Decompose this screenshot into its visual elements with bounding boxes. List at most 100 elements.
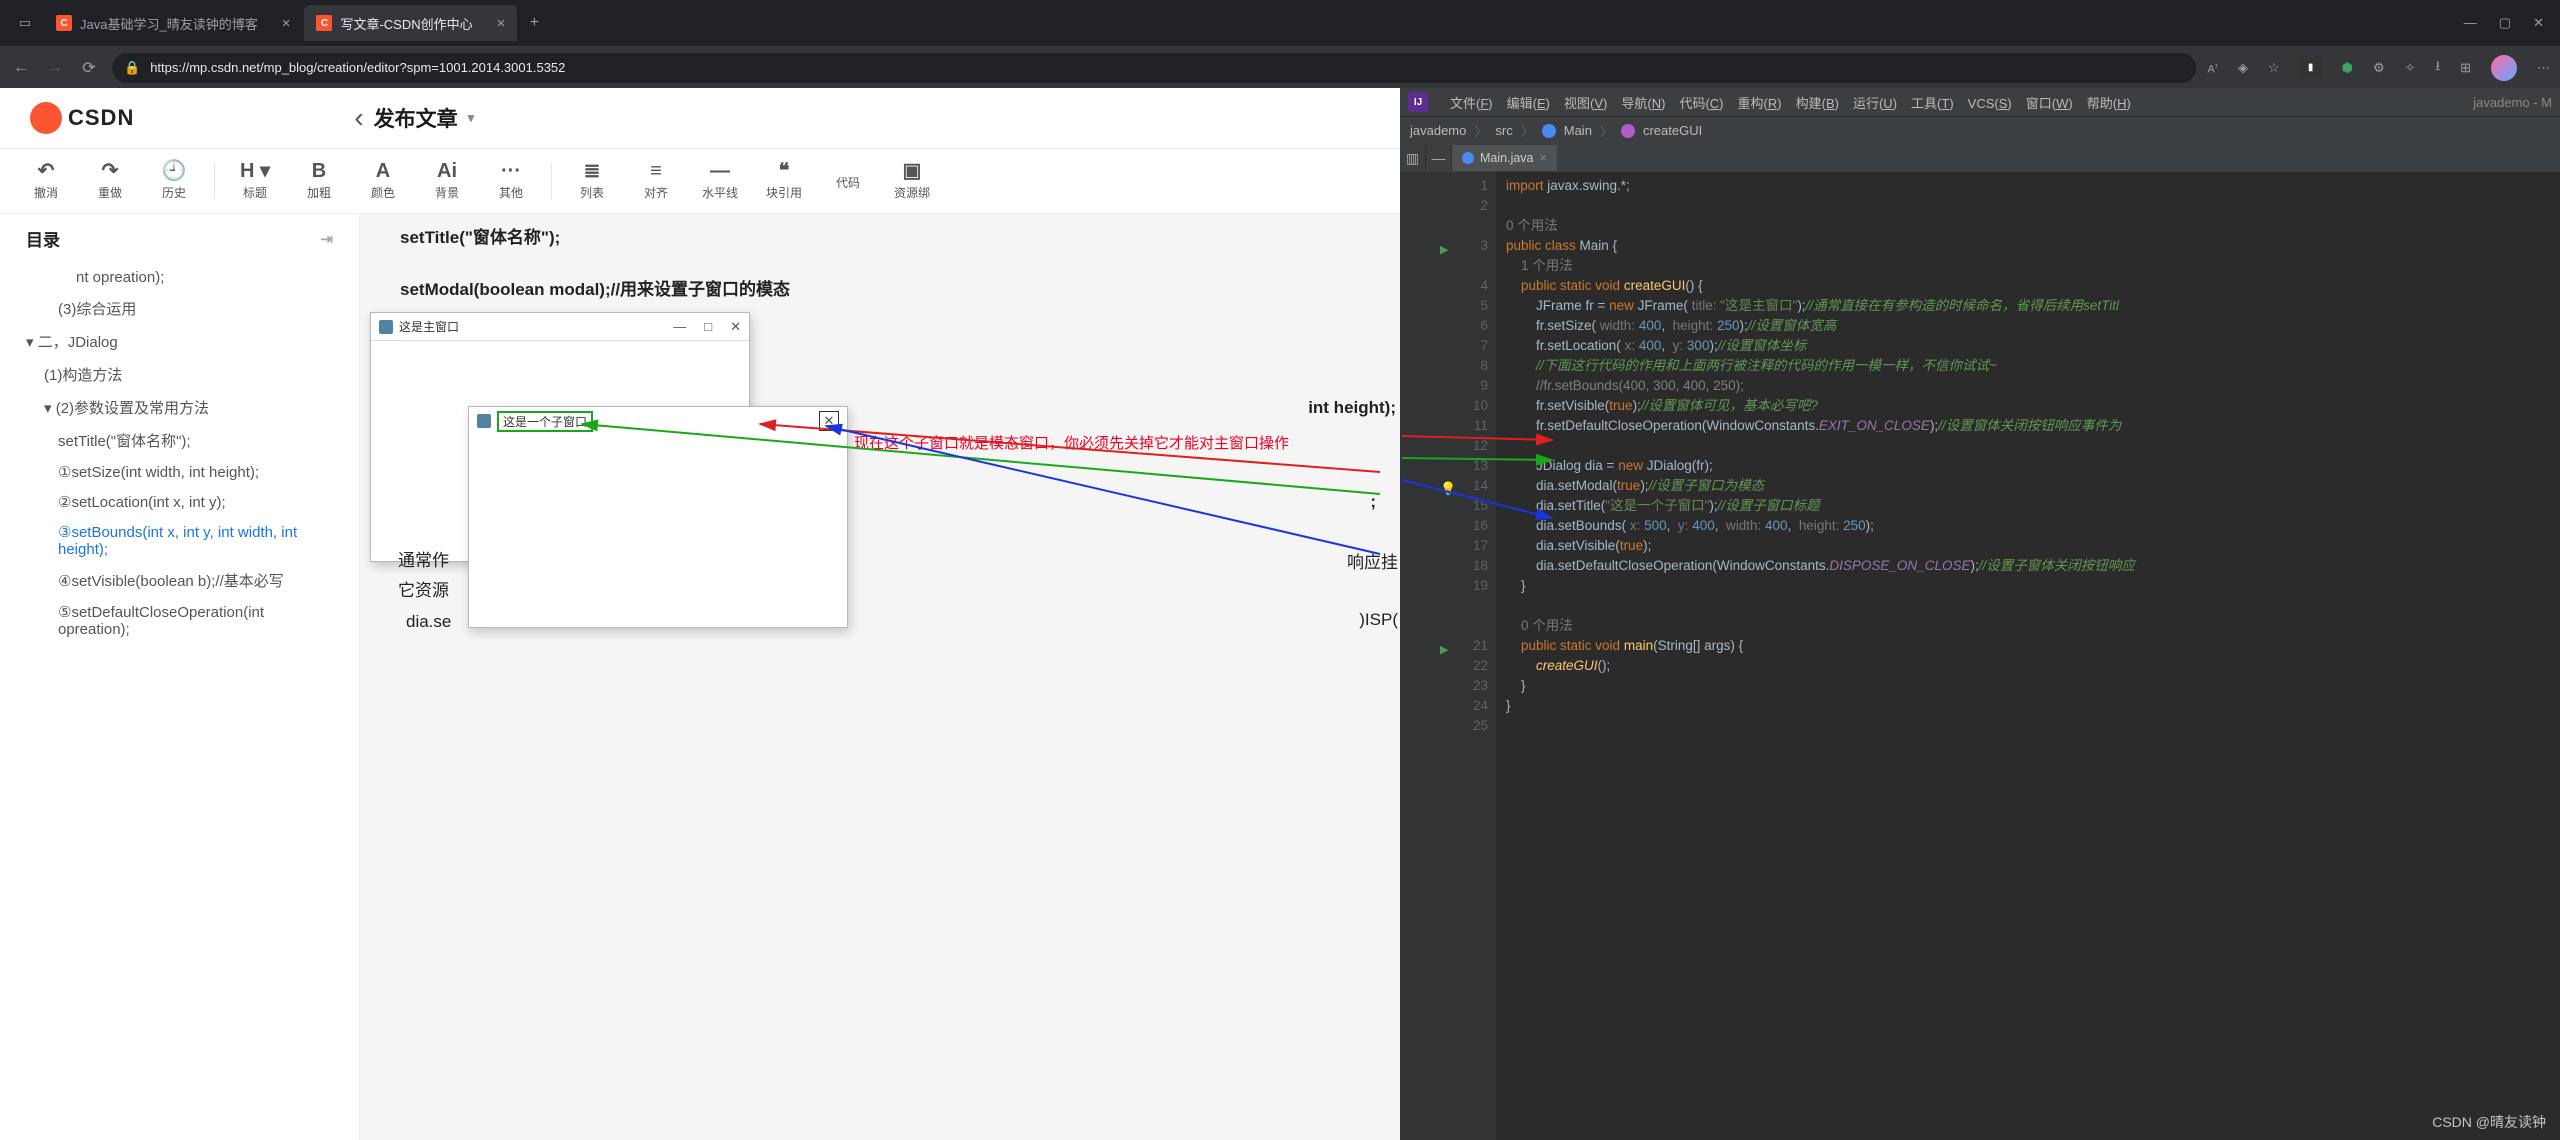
crumb[interactable]: javademo — [1410, 123, 1466, 138]
menu-item[interactable]: VCS(S) — [1968, 96, 2012, 111]
toc-item[interactable]: (1)构造方法 — [26, 358, 333, 391]
close-icon[interactable]: ✕ — [730, 319, 741, 335]
downloads-icon[interactable]: ⭳ — [2436, 57, 2441, 79]
ide-tabs: ▥ — Main.java × — [1400, 144, 2560, 172]
toolbar-对齐[interactable]: ≡对齐 — [626, 161, 686, 201]
menu-item[interactable]: 视图(V) — [1564, 96, 1607, 111]
toc-item[interactable]: setTitle("窗体名称"); — [26, 424, 333, 457]
browser-tab-1[interactable]: C 写文章-CSDN创作中心 × — [304, 5, 517, 41]
maximize-icon[interactable]: □ — [704, 319, 712, 335]
browser-tabstrip: ▭ C Java基础学习_晴友读钟的博客 × C 写文章-CSDN创作中心 × … — [0, 0, 2560, 46]
favicon-csdn: C — [56, 15, 72, 31]
toc-sidebar: 目录 ⇥ nt opreation);(3)综合运用▾ 二，JDialog(1)… — [0, 214, 360, 1140]
toc-item[interactable]: ①setSize(int width, int height); — [26, 457, 333, 487]
toolbar-历史[interactable]: 🕘历史 — [144, 161, 204, 201]
window-title: 这是主窗口 — [399, 318, 459, 335]
close-icon[interactable]: × — [1540, 151, 1547, 165]
window-close-icon[interactable]: ✕ — [2533, 15, 2544, 31]
favorites-icon[interactable]: ☆ — [2268, 60, 2280, 76]
toc-heading: 目录 — [26, 226, 60, 251]
favicon-csdn: C — [316, 15, 332, 31]
fragment: )ISP( — [1359, 610, 1398, 630]
collections-icon[interactable]: ✧ — [2405, 60, 2416, 76]
lock-icon: 🔒 — [124, 60, 140, 76]
menu-item[interactable]: 重构(R) — [1738, 96, 1782, 111]
menu-item[interactable]: 文件(F) — [1450, 96, 1493, 111]
toc-item[interactable]: ②setLocation(int x, int y); — [26, 487, 333, 517]
toc-item[interactable]: nt opreation); — [26, 263, 333, 292]
nav-refresh-icon[interactable]: ⟳ — [78, 58, 100, 78]
menu-item[interactable]: 运行(U) — [1853, 96, 1897, 111]
toolbar-颜色[interactable]: A颜色 — [353, 161, 413, 201]
close-icon[interactable]: × — [497, 15, 506, 32]
app-menu-icon[interactable]: ⊞ — [2460, 60, 2471, 76]
crumb[interactable]: Main — [1564, 123, 1592, 138]
text-size-icon[interactable]: A› — [2208, 60, 2218, 76]
close-icon[interactable]: ✕ — [819, 411, 839, 431]
url-text: https://mp.csdn.net/mp_blog/creation/edi… — [150, 60, 565, 75]
toc-collapse-icon[interactable]: ⇥ — [320, 230, 333, 248]
new-tab-button[interactable]: + — [519, 14, 549, 32]
file-tab[interactable]: Main.java × — [1452, 145, 1557, 171]
toc-item[interactable]: (3)综合运用 — [26, 292, 333, 325]
profile-avatar[interactable] — [2491, 55, 2517, 81]
class-icon — [1462, 152, 1474, 164]
toolbar-重做[interactable]: ↷重做 — [80, 161, 140, 201]
code-text[interactable]: import javax.swing.*;0 个用法public class M… — [1496, 172, 2560, 1140]
intellij-pane: IJ 文件(F)编辑(E)视图(V)导航(N)代码(C)重构(R)构建(B)运行… — [1400, 88, 2560, 1140]
toc-item[interactable]: ▾ 二，JDialog — [26, 325, 333, 358]
nav-back-icon[interactable]: ← — [10, 59, 32, 77]
close-icon[interactable]: × — [282, 15, 291, 32]
toc-item[interactable]: ▾ (2)参数设置及常用方法 — [26, 391, 333, 424]
csdn-logo[interactable]: CSDN — [30, 102, 134, 134]
content-line: 它资源 — [398, 576, 449, 601]
ide-menu-bar: IJ 文件(F)编辑(E)视图(V)导航(N)代码(C)重构(R)构建(B)运行… — [1400, 88, 2560, 116]
more-icon[interactable]: ⋯ — [2537, 60, 2550, 76]
toolbar-背景[interactable]: Ai背景 — [417, 161, 477, 201]
collapse-icon[interactable]: — — [1426, 145, 1452, 171]
editor-toolbar: ↶撤消↷重做🕘历史 H ▾标题B加粗A颜色Ai背景···其他 ≣列表≡对齐—水平线❝… — [0, 148, 1400, 214]
address-bar[interactable]: 🔒 https://mp.csdn.net/mp_blog/creation/e… — [112, 53, 2196, 83]
toolbar-列表[interactable]: ≣列表 — [562, 161, 622, 201]
menu-item[interactable]: 代码(C) — [1679, 96, 1723, 111]
toc-item[interactable]: ③setBounds(int x, int y, int width, int … — [26, 517, 333, 564]
browser-tab-0[interactable]: C Java基础学习_晴友读钟的博客 × — [44, 5, 302, 41]
java-icon — [477, 414, 491, 428]
menu-item[interactable]: 帮助(H) — [2087, 96, 2131, 111]
toolbar-块引用[interactable]: ❝块引用 — [754, 161, 814, 201]
toolbar-标题[interactable]: H ▾标题 — [225, 161, 285, 201]
crumb[interactable]: createGUI — [1643, 123, 1702, 138]
tab-overview-button[interactable]: ▭ — [6, 5, 44, 41]
shield-icon[interactable]: ⬢ — [2342, 60, 2353, 76]
back-chevron-icon[interactable]: ‹ — [354, 102, 363, 134]
crumb[interactable]: src — [1495, 123, 1512, 138]
dropdown-icon[interactable]: ▾ — [468, 110, 475, 126]
csdn-editor-pane: CSDN ‹ 发布文章 ▾ ↶撤消↷重做🕘历史 H ▾标题B加粗A颜色Ai背景··… — [0, 88, 1400, 1140]
toolbar-其他[interactable]: ···其他 — [481, 161, 541, 201]
menu-item[interactable]: 编辑(E) — [1507, 96, 1550, 111]
window-maximize-icon[interactable]: ▢ — [2499, 15, 2511, 31]
toolbar-水平线[interactable]: —水平线 — [690, 161, 750, 201]
toc-item[interactable]: ④setVisible(boolean b);//基本必写 — [26, 564, 333, 597]
menu-item[interactable]: 构建(B) — [1796, 96, 1839, 111]
java-icon — [379, 320, 393, 334]
toolbar-加粗[interactable]: B加粗 — [289, 161, 349, 201]
toc-item[interactable]: ⑤setDefaultCloseOperation(int opreation)… — [26, 597, 333, 644]
editor-content[interactable]: setTitle("窗体名称"); setModal(boolean modal… — [360, 214, 1400, 1140]
page-title: 发布文章 — [374, 103, 458, 133]
menu-item[interactable]: 窗口(W) — [2026, 96, 2073, 111]
tab-title: 写文章-CSDN创作中心 — [340, 14, 472, 33]
menu-item[interactable]: 工具(T) — [1911, 96, 1954, 111]
toolbar-资源绑[interactable]: ▣资源绑 — [882, 161, 942, 201]
menu-item[interactable]: 导航(N) — [1621, 96, 1665, 111]
project-toolwindow-icon[interactable]: ▥ — [1400, 145, 1426, 171]
read-aloud-icon[interactable]: ◈ — [2238, 60, 2248, 76]
code-editor[interactable]: 12▶345678910111213💡141516171819▶21222324… — [1400, 172, 2560, 1140]
extensions-icon[interactable]: ⚙ — [2373, 60, 2385, 76]
toolbar-撤消[interactable]: ↶撤消 — [16, 161, 76, 201]
java-child-dialog[interactable]: 这是一个子窗口 ✕ — [468, 406, 848, 628]
toolbar-代码[interactable]: 代码 — [818, 171, 878, 191]
minimize-icon[interactable]: — — [673, 319, 686, 335]
content-line: setTitle("窗体名称"); — [400, 222, 1360, 254]
window-minimize-icon[interactable]: — — [2464, 15, 2477, 31]
